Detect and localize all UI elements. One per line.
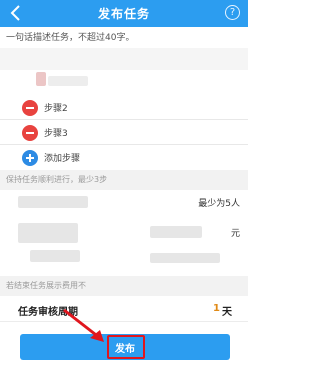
review-period-row[interactable]: 任务审核周期 1 天 xyxy=(0,296,248,322)
blurred-content xyxy=(30,250,80,262)
highlight-box xyxy=(107,335,145,359)
blurred-content xyxy=(36,72,46,86)
review-period-unit: 天 xyxy=(222,307,232,318)
review-period-value[interactable]: 1 xyxy=(213,303,220,314)
add-step-row[interactable]: 添加步骤 xyxy=(0,146,248,170)
end-hint-bar: 若结束任务展示费用不 xyxy=(0,276,248,296)
top-nav-bar: 发布任务 ? xyxy=(0,0,248,27)
step-label[interactable]: 步骤3 xyxy=(44,126,68,139)
publish-button[interactable]: 发布 xyxy=(20,334,230,360)
order-hint-text: 保持任务顺利进行，最少3步 xyxy=(6,175,108,184)
add-step-label[interactable]: 添加步骤 xyxy=(44,151,80,164)
remove-step-icon[interactable] xyxy=(22,125,38,141)
min-people-text: 最少为5人 xyxy=(198,199,240,209)
remove-step-icon[interactable] xyxy=(22,100,38,116)
task-description-hint[interactable]: 一句话描述任务，不超过40字。 xyxy=(6,30,134,43)
blurred-content xyxy=(18,196,88,208)
annotation-arrow-icon xyxy=(63,308,104,342)
help-icon[interactable]: ? xyxy=(225,5,240,20)
step-row-3: 步骤3 xyxy=(0,121,248,145)
blurred-content xyxy=(150,226,202,238)
step-label[interactable]: 步骤2 xyxy=(44,101,68,114)
step-row-2: 步骤2 xyxy=(0,96,248,120)
order-hint-bar: 保持任务顺利进行，最少3步 xyxy=(0,170,248,190)
end-hint-text: 若结束任务展示费用不 xyxy=(6,281,86,290)
blurred-content xyxy=(48,76,88,86)
section-gap xyxy=(0,48,248,70)
add-step-icon[interactable] xyxy=(22,150,38,166)
page-title: 发布任务 xyxy=(97,7,150,21)
blurred-content xyxy=(18,223,78,243)
blurred-content xyxy=(150,253,220,263)
yuan-unit: 元 xyxy=(230,229,240,239)
